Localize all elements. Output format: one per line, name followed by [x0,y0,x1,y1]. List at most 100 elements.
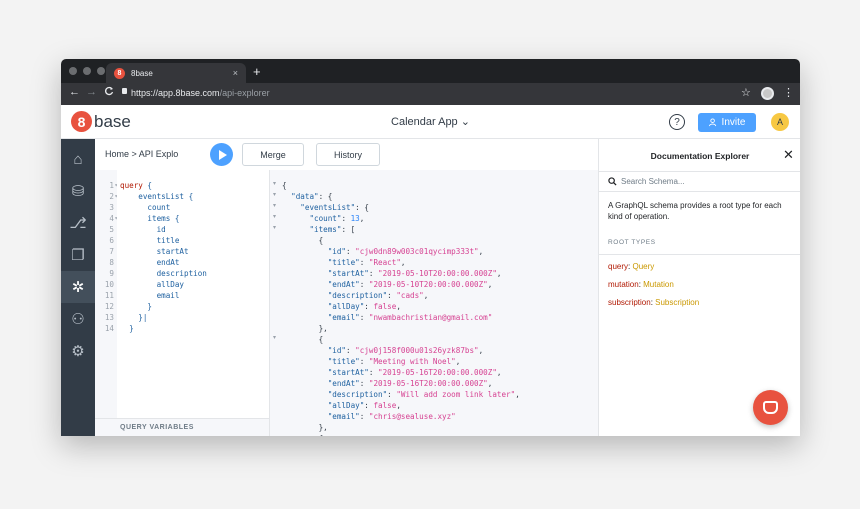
line-number: 1▾ [95,180,118,191]
code-line: id [120,225,166,234]
bookmark-star-icon[interactable]: ☆ [741,86,751,99]
chat-button[interactable] [753,390,788,425]
code-line: "email": "chris@sealuse.xyz" [327,412,456,421]
field-name: subscription [608,298,651,307]
docs-description: A GraphQL schema provides a root type fo… [608,201,782,221]
query-variables-panel[interactable]: QUERY VARIABLES [95,418,269,436]
fold-arrow-icon [270,389,279,400]
code-line: { [282,433,520,436]
logo[interactable]: 8 base [71,111,131,132]
graphql-icon: ✲ [71,279,85,296]
reload-icon[interactable] [104,86,114,99]
sidebar-item-api-explorer[interactable]: ✲ [61,271,95,303]
help-button[interactable]: ? [669,114,685,130]
line-number-text: 1 [109,181,114,190]
close-icon[interactable]: ✕ [783,147,794,163]
code-line: "email": "nwambachristian@gmail.com" [327,313,493,322]
line-number: 13 [104,313,114,322]
forward-icon[interactable]: → [86,86,97,98]
browser-window: 8 8base × + ← → https://app.8base.com/ap… [61,59,800,436]
code-line: query { [120,181,153,190]
query-editor-text[interactable]: query { eventsList { count items { id ti… [117,170,269,418]
url-host: https://app.8base.com [131,88,220,98]
line-number: 10 [104,280,114,289]
code-line: "endAt": "2019-05-10T20:00:00.000Z", [327,280,493,289]
invite-label: Invite [721,117,746,128]
address-bar: ← → https://app.8base.com/api-explorer ☆… [61,83,800,105]
sidebar-item-apps[interactable]: ❐ [61,239,95,271]
sidebar-item-users[interactable]: ⚇ [61,303,95,335]
root-type-mutation: mutation: Mutation [608,280,674,289]
lock-icon [122,88,127,94]
url-field[interactable]: https://app.8base.com/api-explorer [131,88,270,98]
fold-arrow-icon[interactable]: ▾ [270,213,279,224]
window-controls[interactable] [69,67,105,75]
line-number: 4▾ [95,213,118,224]
result-json: { "data": { "eventsList": { "count": 13,… [282,180,520,436]
line-number: 12 [104,302,114,311]
code-line: eventsList { [120,192,194,201]
browser-menu-icon[interactable]: ⋮ [783,86,794,99]
fold-arrow-icon[interactable]: ▾ [270,334,279,345]
profile-icon[interactable] [761,87,774,100]
tab-close-icon[interactable]: × [233,68,238,78]
sidebar-item-settings[interactable]: ⚙ [61,335,95,367]
line-number: 6 [109,236,114,245]
type-link[interactable]: Mutation [643,280,674,289]
sidebar: ⌂ ⛁ ⎇ ❐ ✲ ⚇ ⚙ [61,139,95,436]
fold-gutter: ▾ ▾ ▾ ▾ ▾ ▾ [270,180,279,436]
code-line: startAt [120,247,189,256]
type-link[interactable]: Query [632,262,654,271]
code-line: { [282,335,324,344]
logo-mark: 8 [71,111,92,132]
back-icon[interactable]: ← [69,86,80,98]
code-line: allDay [120,280,185,289]
code-line: count [120,203,171,212]
invite-button[interactable]: Invite [698,113,756,132]
code-line: "description": "Will add zoom link later… [327,390,520,399]
code-line: title [120,236,180,245]
fold-arrow-icon[interactable]: ▾ [270,202,279,213]
code-line: "eventsList": { [300,203,369,212]
query-editor[interactable]: 1▾2▾34▾567891011121314 query { eventsLis… [95,170,269,436]
code-line: }| [120,313,148,322]
code-line: { [282,236,324,245]
code-line: "id": "cjw0j158f000u01s26yzk87bs", [327,346,484,355]
home-icon: ⌂ [73,150,83,168]
app-selector-button[interactable]: Calendar App ⌄ [391,116,470,128]
schema-search-input[interactable]: Search Schema... [599,171,800,192]
code-line: } [120,324,134,333]
favicon-icon: 8 [114,67,125,79]
sidebar-item-data[interactable]: ⛁ [61,175,95,207]
browser-tab[interactable]: 8 8base × [106,63,246,83]
browser-tabbar: 8 8base × + [61,59,800,83]
fold-arrow-icon [270,268,279,279]
fold-arrow-icon[interactable]: ▾ [270,224,279,235]
fold-arrow-icon [270,246,279,257]
line-number-gutter: 1▾2▾34▾567891011121314 [95,180,118,334]
explorer-toolbar: Home > API Explo Merge History [95,139,598,170]
run-query-button[interactable] [210,143,233,166]
app-selector: Calendar App ⌄ [61,115,800,128]
add-user-icon [708,118,716,127]
search-placeholder: Search Schema... [621,177,685,186]
history-button[interactable]: History [316,143,380,166]
sidebar-item-home[interactable]: ⌂ [61,143,95,175]
fold-arrow-icon[interactable]: ▾ [270,191,279,202]
type-link[interactable]: Subscription [655,298,699,307]
root-type-subscription: subscription: Subscription [608,298,700,307]
search-icon [608,177,617,186]
database-icon: ⛁ [71,183,85,200]
merge-button[interactable]: Merge [242,143,304,166]
fold-arrow-icon [270,279,279,290]
code-line: endAt [120,258,180,267]
breadcrumb[interactable]: Home > API Explo [105,149,178,159]
fold-arrow-icon[interactable]: ▾ [270,180,279,191]
url-path: /api-explorer [219,88,270,98]
sidebar-item-logic[interactable]: ⎇ [61,207,95,239]
gear-icon: ⚙ [71,343,85,360]
apps-icon: ❐ [71,247,85,264]
avatar[interactable]: A [771,113,789,131]
new-tab-button[interactable]: + [253,64,261,79]
fold-arrow-icon [270,323,279,334]
